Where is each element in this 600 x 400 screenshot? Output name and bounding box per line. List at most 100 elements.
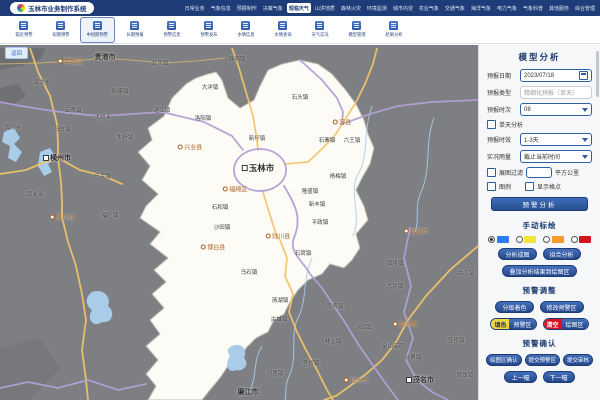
toolbar-item[interactable]: 结果分析 [376, 17, 411, 43]
toolbar-item-label: 结果分析 [385, 32, 402, 38]
area-filter-unit: 平方公里 [555, 168, 579, 177]
toolbar-item-label: 水情查询 [274, 32, 291, 38]
top-menu-item[interactable]: 海洋气象 [469, 3, 493, 13]
warning-adjust-button[interactable]: 修改预警区 [540, 301, 584, 313]
manual-plot-title: 手动标绘 [487, 220, 592, 231]
button-label: 预警区 [509, 319, 535, 329]
back-button[interactable]: 返回 [5, 47, 28, 59]
toolbar-item[interactable]: 水情信息 [228, 17, 263, 43]
warning-confirm-title: 预警确认 [487, 338, 592, 349]
top-menu-item[interactable]: 气象科普 [521, 3, 545, 13]
rainfall-value: 截止当前时间 [524, 152, 560, 161]
frame-nav-button[interactable]: 下一幅 [543, 371, 575, 383]
area-filter-input[interactable] [526, 167, 552, 178]
legend-checkbox[interactable] [487, 182, 496, 191]
toolbar-item[interactable]: 模型管理 [339, 17, 374, 43]
toolbar-item[interactable]: 临近预警 [6, 17, 41, 43]
overlay-result-button[interactable]: 叠加分析结果到绘图区 [502, 265, 576, 277]
warning-analysis-button[interactable]: 预警分析 [491, 197, 588, 211]
yellow-color-swatch [524, 236, 536, 243]
warning-confirm-button[interactable]: 提交审核 [563, 354, 593, 366]
radio-icon[interactable] [543, 236, 550, 243]
document-icon [130, 21, 139, 30]
radio-icon[interactable] [516, 236, 523, 243]
document-icon [204, 21, 213, 30]
top-menu-item[interactable]: 日常业务 [183, 3, 207, 13]
warning-confirm-buttons: 绘图区确认提交预警区提交审核 [487, 354, 592, 366]
forecast-type-input[interactable]: 精细化预报（单天） [520, 86, 592, 99]
color-segment: 清空 [544, 319, 562, 329]
forecast-time-select[interactable]: 08 [520, 103, 592, 116]
toolbar-item[interactable]: 天气实况 [302, 17, 337, 43]
single-day-row: 单天分析 [487, 120, 592, 129]
grid-checkbox[interactable] [525, 182, 534, 191]
toolbar-item-label: 水情信息 [237, 32, 254, 38]
top-menu-item[interactable]: 电力气象 [495, 3, 519, 13]
top-menu-item[interactable]: 综合管理 [573, 3, 597, 13]
forecast-type-label: 预报类型 [487, 88, 517, 97]
fill-warning-area-button[interactable]: 填色预警区 [490, 318, 536, 330]
toolbar-item[interactable]: 预警发布 [191, 17, 226, 43]
warning-adjust-buttons: 分级着色修改预警区 [487, 301, 592, 313]
top-menu-item[interactable]: 气象信息 [209, 3, 233, 13]
chevron-down-icon [582, 155, 588, 159]
top-menu-item[interactable]: 其他服务 [547, 3, 571, 13]
radio-icon[interactable] [571, 236, 578, 243]
toolbar-item[interactable]: 中短期预警 [80, 17, 115, 43]
forecast-time-label: 预报时次 [487, 105, 517, 114]
warning-adjust-button[interactable]: 分级着色 [495, 301, 533, 313]
plot-color-radios [488, 236, 591, 243]
frame-nav-button[interactable]: 上一幅 [504, 371, 536, 383]
warning-confirm-button[interactable]: 绘图区确认 [486, 354, 522, 366]
top-menu-item[interactable]: 城市内涝 [391, 3, 415, 13]
map-canvas[interactable]: 武乐镇麻垌镇镇龙乡新塘镇大洋镇石头镇云表镇大岭乡湛江镇洛阳镇周圩乡马岭镇木梓镇新… [0, 45, 478, 400]
single-day-checkbox[interactable] [487, 120, 496, 129]
validity-select[interactable]: 1-3天 [520, 133, 592, 146]
map-layers: 武乐镇麻垌镇镇龙乡新塘镇大洋镇石头镇云表镇大岭乡湛江镇洛阳镇周圩乡马岭镇木梓镇新… [0, 48, 478, 400]
rainfall-label: 实况雨量 [487, 152, 517, 161]
rainfall-select[interactable]: 截止当前时间 [520, 150, 592, 163]
top-menu-item[interactable]: 短临天气 [287, 3, 311, 13]
area-filter-checkbox[interactable] [487, 168, 496, 177]
plot-color-option-blue[interactable] [488, 236, 509, 243]
document-icon [19, 21, 28, 30]
top-menu-item[interactable]: 山洪地质 [313, 3, 337, 13]
manual-plot-button[interactable]: 拟合分析 [543, 248, 581, 260]
top-menu-item[interactable]: 环境监测 [365, 3, 389, 13]
panel-scrollbar[interactable] [596, 51, 599, 97]
frame-nav-buttons: 上一幅下一幅 [487, 371, 592, 383]
toolbar-item-label: 短期预警 [52, 32, 69, 38]
analysis-panel: 模型分析 预报日期 2023/07/18 预报类型 精细化预报（单天） 预报时次… [478, 45, 600, 400]
app-logo: 玉林市业务制作系统 [10, 2, 94, 14]
forecast-time-row: 预报时次 08 [487, 103, 592, 116]
forecast-date-input[interactable]: 2023/07/18 [520, 69, 592, 82]
warning-confirm-button[interactable]: 提交预警区 [525, 354, 561, 366]
toolbar-item[interactable]: 短期预警 [43, 17, 78, 43]
single-day-label: 单天分析 [499, 120, 523, 129]
toolbar-item-label: 预警发布 [200, 32, 217, 38]
toolbar-item[interactable]: 预警信息 [154, 17, 189, 43]
plot-color-option-orange[interactable] [543, 236, 564, 243]
toolbar-item[interactable]: 长期预报 [117, 17, 152, 43]
top-menu-item[interactable]: 农业气象 [417, 3, 441, 13]
document-icon [315, 21, 324, 30]
orange-color-swatch [552, 236, 564, 243]
clear-draw-area-button[interactable]: 清空绘图区 [543, 318, 589, 330]
forecast-date-label: 预报日期 [487, 71, 517, 80]
toolbar-item[interactable]: 水情查询 [265, 17, 300, 43]
document-icon [389, 21, 398, 30]
toolbar-item-label: 模型管理 [348, 32, 365, 38]
validity-row: 预报时效 1-3天 [487, 133, 592, 146]
manual-plot-buttons: 分析成图拟合分析 [487, 248, 592, 260]
calendar-icon[interactable] [579, 71, 588, 80]
logo-icon [17, 4, 25, 12]
top-menu-item[interactable]: 森林火灾 [339, 3, 363, 13]
plot-color-option-red[interactable] [571, 236, 592, 243]
top-menu-item[interactable]: 交通气象 [443, 3, 467, 13]
top-menu-item[interactable]: 预报制作 [235, 3, 259, 13]
top-menu-item[interactable]: 决策气象 [261, 3, 285, 13]
radio-icon[interactable] [488, 236, 495, 243]
forecast-date-row: 预报日期 2023/07/18 [487, 69, 592, 82]
manual-plot-button[interactable]: 分析成图 [498, 248, 536, 260]
plot-color-option-yellow[interactable] [516, 236, 537, 243]
